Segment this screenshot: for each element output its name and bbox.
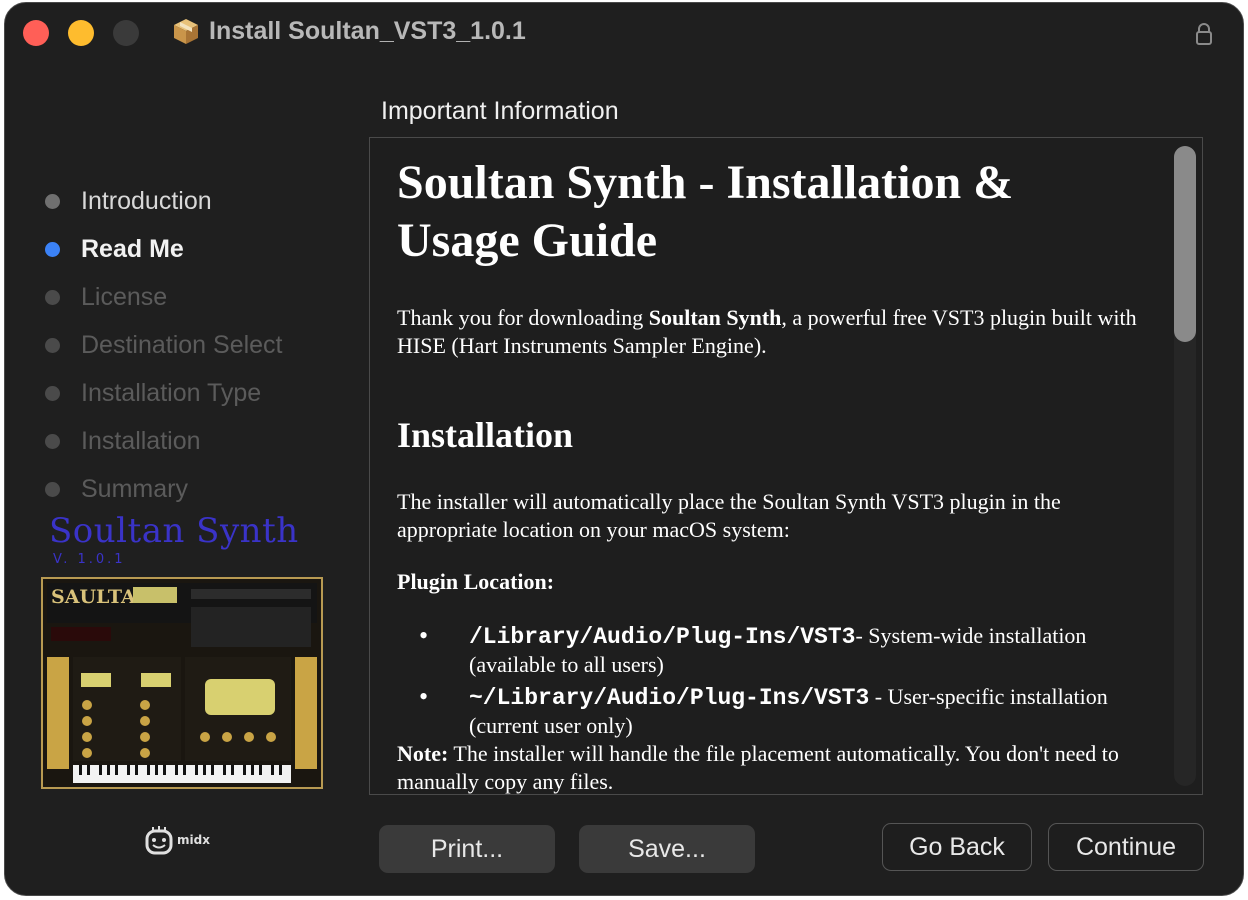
step-destination-select: Destination Select bbox=[37, 321, 283, 369]
intro-text: Thank you for downloading bbox=[397, 305, 649, 330]
list-item: ~/Library/Audio/Plug-Ins/VST3 - User-spe… bbox=[397, 683, 1137, 740]
continue-button[interactable]: Continue bbox=[1048, 823, 1204, 871]
section-title: Important Information bbox=[381, 97, 619, 125]
scrollbar-thumb[interactable] bbox=[1174, 146, 1196, 342]
readme-content: Soultan Synth - Installation & Usage Gui… bbox=[397, 138, 1137, 794]
step-license: License bbox=[37, 273, 283, 321]
print-button[interactable]: Print... bbox=[379, 825, 555, 873]
plugin-location-label: Plugin Location: bbox=[397, 569, 555, 594]
minimize-window-button[interactable] bbox=[68, 20, 94, 46]
window-title-group: Install Soultan_VST3_1.0.1 bbox=[171, 16, 526, 46]
list-item: /Library/Audio/Plug-Ins/VST3- System-wid… bbox=[397, 622, 1137, 679]
step-dot bbox=[45, 337, 60, 353]
midx-logo: midx bbox=[143, 825, 210, 855]
installation-text: The installer will automatically place t… bbox=[397, 489, 1061, 542]
readme-document[interactable]: Soultan Synth - Installation & Usage Gui… bbox=[369, 137, 1203, 795]
installer-window: Install Soultan_VST3_1.0.1 Introduction … bbox=[4, 2, 1244, 896]
go-back-button[interactable]: Go Back bbox=[882, 823, 1032, 871]
step-dot bbox=[45, 193, 60, 209]
close-window-button[interactable] bbox=[23, 20, 49, 46]
step-introduction: Introduction bbox=[37, 177, 283, 225]
zoom-window-button[interactable] bbox=[113, 20, 139, 46]
intro-bold-text: Soultan Synth bbox=[648, 305, 782, 330]
step-label: Installation bbox=[81, 426, 201, 455]
step-label: Introduction bbox=[81, 186, 212, 215]
step-read-me: Read Me bbox=[37, 225, 283, 273]
save-button[interactable]: Save... bbox=[579, 825, 755, 873]
robot-icon bbox=[145, 826, 173, 855]
location-list: /Library/Audio/Plug-Ins/VST3- System-wid… bbox=[397, 622, 1137, 744]
midx-logo-text: midx bbox=[177, 833, 210, 847]
step-label: Destination Select bbox=[81, 330, 283, 359]
step-dot bbox=[45, 385, 60, 401]
package-icon bbox=[174, 19, 198, 44]
step-installation-type: Installation Type bbox=[37, 369, 283, 417]
brand-version: V. 1.0.1 bbox=[53, 552, 126, 567]
step-label: Read Me bbox=[81, 234, 184, 263]
lock-icon bbox=[1196, 23, 1212, 45]
step-dot bbox=[45, 289, 60, 305]
doc-note: Note: The installer will handle the file… bbox=[397, 740, 1137, 794]
step-label: License bbox=[81, 282, 168, 311]
location-path: /Library/Audio/Plug-Ins/VST3 bbox=[469, 624, 856, 650]
doc-intro: Thank you for downloading Soultan Synth,… bbox=[397, 304, 1137, 360]
step-label: Installation Type bbox=[81, 378, 262, 407]
step-dot bbox=[45, 433, 60, 449]
note-text: The installer will handle the file place… bbox=[397, 741, 1119, 794]
window-title: Install Soultan_VST3_1.0.1 bbox=[209, 16, 526, 45]
document-scrollbar[interactable] bbox=[1174, 146, 1196, 786]
brand-title: Soultan Synth bbox=[49, 511, 299, 551]
step-summary: Summary bbox=[37, 465, 283, 513]
titlebar: Install Soultan_VST3_1.0.1 bbox=[5, 3, 1243, 61]
installation-heading: Installation bbox=[397, 415, 574, 455]
plugin-screenshot-image: SAULTAN bbox=[41, 577, 323, 789]
location-path: ~/Library/Audio/Plug-Ins/VST3 bbox=[469, 685, 870, 711]
step-dot bbox=[45, 241, 60, 257]
step-label: Summary bbox=[81, 474, 188, 503]
note-label: Note: bbox=[397, 741, 449, 766]
installer-steps: Introduction Read Me License Destination… bbox=[37, 177, 283, 513]
doc-title: Soultan Synth - Installation & Usage Gui… bbox=[397, 156, 1014, 267]
step-dot bbox=[45, 481, 60, 497]
step-installation: Installation bbox=[37, 417, 283, 465]
